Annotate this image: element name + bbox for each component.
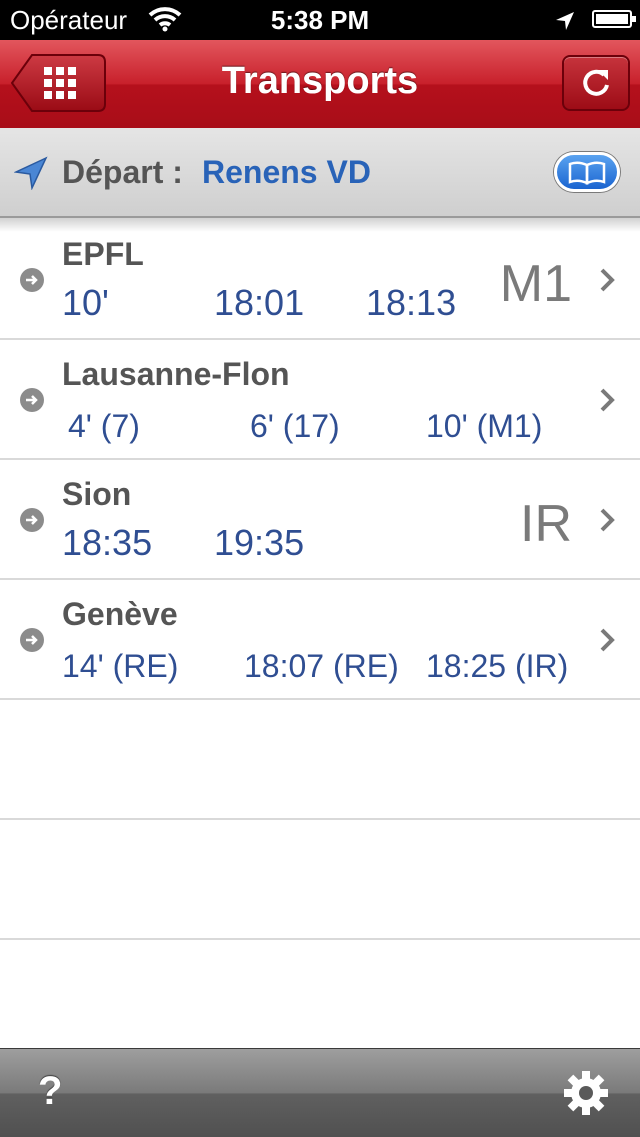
bottom-toolbar: ?	[0, 1048, 640, 1137]
departure-station[interactable]: Renens VD	[202, 154, 371, 191]
empty-row	[0, 820, 640, 940]
go-arrow-icon	[20, 628, 44, 652]
destination-row-epfl[interactable]: EPFL 10' 18:01 18:13 M1	[0, 220, 640, 340]
refresh-button[interactable]	[562, 55, 630, 111]
page-title: Transports	[221, 60, 419, 102]
go-arrow-icon	[20, 388, 44, 412]
line-label: IR	[520, 495, 572, 553]
navigation-bar: Transports	[0, 40, 640, 129]
departure-time: 18:35	[62, 522, 153, 563]
destination-row-lausanne-flon[interactable]: Lausanne-Flon 4' (7) 6' (17) 10' (M1)	[0, 340, 640, 460]
go-arrow-icon	[20, 268, 44, 292]
departure-time: 18:01	[214, 282, 305, 323]
destination-name: Lausanne-Flon	[62, 356, 290, 392]
departure-time: 18:07 (RE)	[244, 648, 399, 684]
bookmarks-button[interactable]	[554, 152, 620, 192]
departure-time: 18:25 (IR)	[426, 648, 569, 684]
chevron-right-icon	[598, 266, 618, 299]
go-arrow-icon	[20, 508, 44, 532]
chevron-right-icon	[598, 626, 618, 659]
status-bar: Opérateur 5:38 PM	[0, 0, 640, 40]
help-button[interactable]: ?	[38, 1069, 62, 1114]
destination-name: Sion	[62, 476, 132, 512]
departure-label: Départ :	[62, 154, 183, 190]
departure-time: 19:35	[214, 522, 305, 563]
destination-row-geneve[interactable]: Genève 14' (RE) 18:07 (RE) 18:25 (IR)	[0, 580, 640, 700]
departure-time: 18:13	[366, 282, 457, 323]
chevron-right-icon	[598, 386, 618, 419]
empty-row	[0, 700, 640, 820]
departure-bar: Départ : Renens VD	[0, 128, 640, 218]
line-label: M1	[499, 255, 572, 313]
gear-icon[interactable]	[562, 1069, 610, 1122]
departure-time: 6' (17)	[250, 408, 340, 444]
destination-name: EPFL	[62, 236, 144, 272]
chevron-right-icon	[598, 506, 618, 539]
destination-row-sion[interactable]: Sion 18:35 19:35 IR	[0, 460, 640, 580]
destination-name: Genève	[62, 596, 178, 632]
location-arrow-icon	[13, 156, 48, 195]
departure-time: 14' (RE)	[62, 648, 179, 684]
status-time: 5:38 PM	[270, 5, 370, 35]
departure-time: 4' (7)	[68, 408, 140, 444]
location-services-icon	[554, 8, 576, 39]
battery-icon	[592, 10, 636, 28]
departure-time: 10'	[62, 282, 109, 323]
departure-time: 10' (M1)	[426, 408, 543, 444]
